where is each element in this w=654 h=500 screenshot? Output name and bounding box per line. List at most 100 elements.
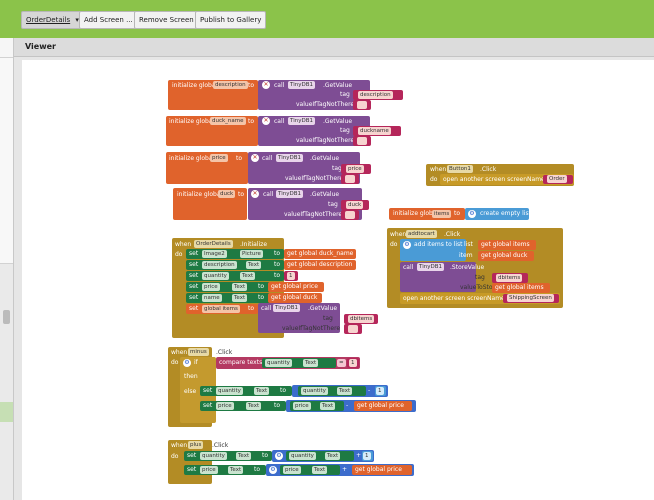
property-dropdown[interactable]: Text: [228, 466, 244, 474]
tag-value[interactable]: dbitems: [496, 274, 523, 282]
property-dropdown[interactable]: Text: [303, 359, 319, 367]
screen-name-value[interactable]: ShippingScreen: [507, 294, 554, 302]
screen-name-value[interactable]: Order: [547, 175, 567, 183]
event-label: .Click: [216, 349, 233, 356]
when-label: when: [390, 231, 407, 238]
set-quantity-text[interactable]: [184, 451, 272, 461]
component-dropdown[interactable]: TinyDB1: [276, 190, 303, 198]
tag-value[interactable]: duckname: [358, 127, 391, 135]
init-to: to: [238, 191, 245, 198]
value-if-tag-label: valueIfTagNotThere: [296, 137, 355, 144]
property-dropdown[interactable]: Text: [325, 452, 341, 460]
event-label: .Click: [480, 166, 497, 173]
close-icon[interactable]: ✕: [251, 154, 259, 162]
empty-value[interactable]: [357, 137, 367, 145]
quantity-init-value[interactable]: 1: [287, 272, 295, 280]
property-dropdown[interactable]: Text: [320, 402, 336, 410]
property-dropdown[interactable]: Picture: [240, 250, 263, 258]
component-dropdown[interactable]: price: [293, 402, 311, 410]
empty-value[interactable]: [348, 325, 358, 333]
component-dropdown[interactable]: quantity: [200, 452, 227, 460]
component-dropdown[interactable]: quantity: [289, 452, 316, 460]
property-dropdown[interactable]: Text: [246, 261, 262, 269]
component-dropdown[interactable]: price: [202, 283, 220, 291]
variable-dropdown[interactable]: global items: [202, 305, 240, 313]
component-dropdown[interactable]: TinyDB1: [273, 304, 300, 312]
operator-dropdown[interactable]: =: [337, 359, 346, 367]
component-dropdown[interactable]: name: [202, 294, 222, 302]
property-dropdown[interactable]: Text: [312, 466, 328, 474]
empty-value[interactable]: [357, 101, 367, 109]
empty-value[interactable]: [345, 211, 355, 219]
close-icon[interactable]: ✕: [251, 190, 259, 198]
component-dropdown[interactable]: price: [200, 466, 218, 474]
gear-icon[interactable]: ⚙: [269, 466, 277, 474]
do-label: do: [171, 359, 179, 366]
compare-value[interactable]: 1: [349, 359, 357, 367]
init-var-name[interactable]: duck_name: [210, 117, 246, 125]
empty-value[interactable]: [345, 175, 355, 183]
gear-icon[interactable]: ⚙: [275, 452, 283, 460]
component-dropdown[interactable]: price: [216, 402, 234, 410]
component-dropdown[interactable]: TinyDB1: [288, 117, 315, 125]
operator-label: -: [368, 387, 371, 394]
tag-value[interactable]: price: [346, 165, 364, 173]
set-image2-picture[interactable]: [186, 249, 284, 259]
property-dropdown[interactable]: Text: [240, 272, 256, 280]
gear-icon[interactable]: ⚙: [468, 210, 476, 218]
init-var-name[interactable]: items: [432, 210, 452, 218]
property-dropdown[interactable]: Text: [236, 452, 252, 460]
event-label: .Click: [212, 442, 229, 449]
left-panel-section: [0, 58, 13, 264]
component-dropdown[interactable]: TinyDB1: [288, 81, 315, 89]
tag-value[interactable]: duck: [346, 201, 364, 209]
component-dropdown[interactable]: quantity: [202, 272, 229, 280]
property-dropdown[interactable]: Text: [232, 294, 248, 302]
left-panel-scrollbar[interactable]: [3, 310, 10, 324]
init-var-name[interactable]: price: [210, 154, 228, 162]
close-icon[interactable]: ✕: [262, 117, 270, 125]
left-panel-highlight: [0, 402, 13, 422]
tag-value[interactable]: dbitems: [348, 315, 375, 323]
do-label: do: [390, 241, 398, 248]
component-dropdown[interactable]: addtocart: [406, 230, 437, 238]
close-icon[interactable]: ✕: [262, 81, 270, 89]
component-dropdown[interactable]: quantity: [216, 387, 243, 395]
component-dropdown[interactable]: TinyDB1: [417, 263, 444, 271]
set-quantity-text[interactable]: [200, 386, 292, 396]
number-value[interactable]: 1: [363, 452, 371, 460]
operator-label: +: [356, 452, 362, 459]
publish-gallery-button[interactable]: Publish to Gallery: [195, 11, 267, 29]
screen-select-dropdown[interactable]: OrderDetails ▾: [21, 11, 84, 29]
when-label: when: [430, 166, 447, 173]
property-dropdown[interactable]: Text: [337, 387, 353, 395]
tag-value[interactable]: description: [358, 91, 393, 99]
blocks-workspace[interactable]: initialize global description to ✕ call …: [22, 60, 654, 500]
component-dropdown[interactable]: price: [283, 466, 301, 474]
property-dropdown[interactable]: Text: [232, 283, 248, 291]
set-quantity-text[interactable]: [186, 271, 284, 281]
viewer-header: Viewer: [14, 38, 654, 57]
tag-label: tag: [340, 91, 350, 98]
remove-screen-button[interactable]: Remove Screen: [134, 11, 199, 29]
component-dropdown[interactable]: Image2: [202, 250, 227, 258]
init-var-name[interactable]: description: [213, 81, 248, 89]
add-screen-button[interactable]: Add Screen ...: [79, 11, 138, 29]
component-dropdown[interactable]: minus: [188, 348, 209, 356]
component-dropdown[interactable]: description: [202, 261, 237, 269]
component-dropdown[interactable]: TinyDB1: [276, 154, 303, 162]
property-dropdown[interactable]: Text: [254, 387, 270, 395]
number-value[interactable]: 1: [376, 387, 384, 395]
init-var-name[interactable]: duck: [218, 190, 236, 198]
get-items-label: get global items: [481, 241, 530, 248]
gear-icon[interactable]: ⚙: [183, 359, 191, 367]
value-if-tag-label: valueIfTagNotThere: [285, 175, 344, 182]
component-dropdown[interactable]: quantity: [265, 359, 292, 367]
component-dropdown[interactable]: quantity: [301, 387, 328, 395]
component-dropdown[interactable]: OrderDetails: [194, 240, 233, 248]
property-dropdown[interactable]: Text: [246, 402, 262, 410]
to-label: to: [274, 272, 281, 279]
gear-icon[interactable]: ⚙: [403, 241, 411, 249]
component-dropdown[interactable]: plus: [188, 441, 204, 449]
component-dropdown[interactable]: Button1: [447, 165, 473, 173]
